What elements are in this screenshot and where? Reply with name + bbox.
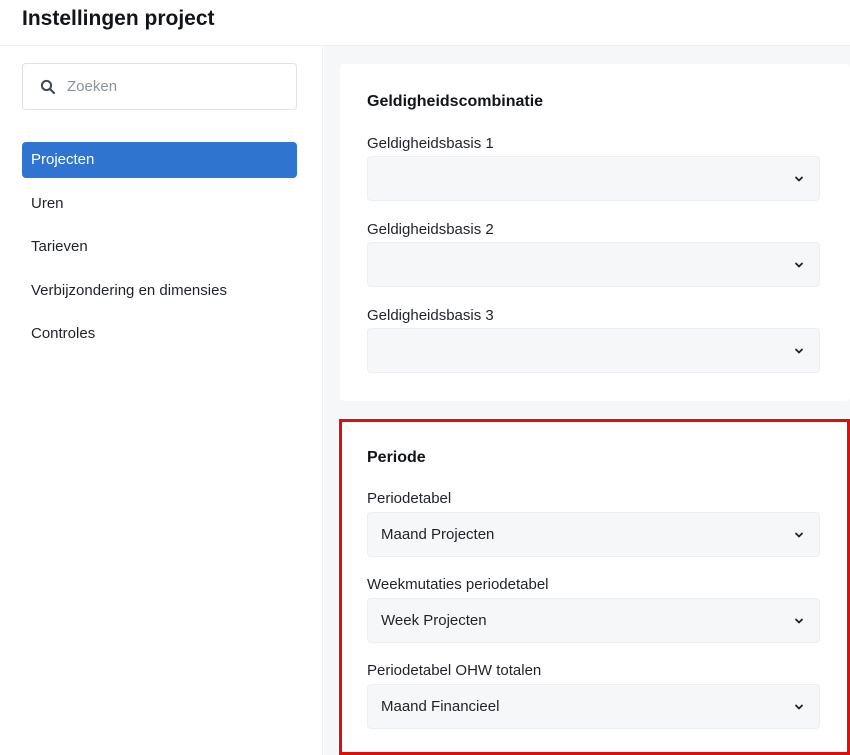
- settings-content: Geldigheidscombinatie Geldigheidsbasis 1…: [324, 46, 850, 755]
- chevron-down-icon: [795, 618, 803, 624]
- field-label: Geldigheidsbasis 2: [367, 221, 494, 238]
- sidebar-item-label: Projecten: [31, 151, 95, 168]
- field-label: Weekmutaties periodetabel: [367, 576, 549, 593]
- chevron-down-icon: [795, 176, 803, 182]
- geldigheidsbasis-2-select[interactable]: [367, 242, 820, 287]
- select-value: Maand Projecten: [381, 526, 495, 543]
- field-label: Periodetabel OHW totalen: [367, 662, 542, 679]
- search-icon: [40, 79, 56, 95]
- chevron-down-icon: [795, 348, 803, 354]
- sidebar-item-controles[interactable]: Controles: [22, 316, 297, 352]
- page-header: Instellingen project: [0, 0, 850, 46]
- search-input[interactable]: [67, 64, 287, 109]
- sidebar-item-uren[interactable]: Uren: [22, 186, 297, 222]
- field-label: Geldigheidsbasis 3: [367, 307, 494, 324]
- periodetabel-select[interactable]: Maand Projecten: [367, 512, 820, 557]
- sidebar-item-verbijzondering[interactable]: Verbijzondering en dimensies: [22, 273, 297, 309]
- search-box[interactable]: [22, 63, 297, 110]
- card-title: Periode: [367, 449, 426, 466]
- select-value: Maand Financieel: [381, 698, 500, 715]
- geldigheidsbasis-1-select[interactable]: [367, 156, 820, 201]
- periode-card: Periode Periodetabel Maand Projecten Wee…: [340, 422, 850, 755]
- chevron-down-icon: [795, 262, 803, 268]
- sidebar-item-projecten[interactable]: Projecten: [22, 142, 297, 178]
- weekmutaties-periodetabel-select[interactable]: Week Projecten: [367, 598, 820, 643]
- chevron-down-icon: [795, 532, 803, 538]
- sidebar-item-label: Controles: [31, 325, 96, 342]
- periodetabel-ohw-totalen-select[interactable]: Maand Financieel: [367, 684, 820, 729]
- card-title: Geldigheidscombinatie: [367, 93, 544, 110]
- sidebar-item-tarieven[interactable]: Tarieven: [22, 229, 297, 265]
- geldigheidscombinatie-card: Geldigheidscombinatie Geldigheidsbasis 1…: [340, 64, 850, 401]
- page-title: Instellingen project: [22, 7, 215, 30]
- field-label: Periodetabel: [367, 490, 452, 507]
- chevron-down-icon: [795, 704, 803, 710]
- geldigheidsbasis-3-select[interactable]: [367, 328, 820, 373]
- sidebar: Projecten Uren Tarieven Verbijzondering …: [0, 46, 323, 755]
- field-label: Geldigheidsbasis 1: [367, 135, 494, 152]
- select-value: Week Projecten: [381, 612, 487, 629]
- sidebar-item-label: Verbijzondering en dimensies: [31, 282, 227, 299]
- sidebar-item-label: Tarieven: [31, 238, 88, 255]
- sidebar-item-label: Uren: [31, 195, 64, 212]
